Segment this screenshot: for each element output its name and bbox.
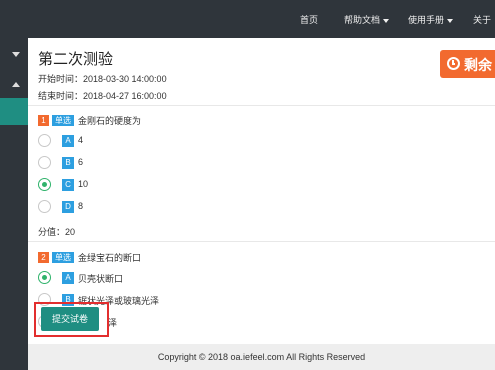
question-header: 2 单选 金绿宝石的断口	[38, 251, 141, 264]
divider	[28, 105, 495, 106]
question-number: 1	[38, 115, 49, 126]
option-letter: A	[62, 135, 74, 147]
radio-button[interactable]	[38, 200, 51, 213]
option-text: 10	[78, 179, 89, 189]
nav-about-link[interactable]: 关于	[473, 13, 491, 26]
option-letter: C	[62, 179, 74, 191]
question-type-badge: 单选	[52, 252, 74, 263]
end-time: 结束时间：2018-04-27 16:00:00	[38, 91, 167, 101]
radio-button[interactable]	[38, 156, 51, 169]
caret-down-icon[interactable]	[12, 52, 20, 57]
footer: Copyright © 2018 oa.iefeel.com All Right…	[28, 344, 495, 370]
sidebar	[0, 38, 28, 370]
option-letter: B	[62, 157, 74, 169]
option-letter: D	[62, 201, 74, 213]
clock-icon	[447, 57, 460, 70]
option-text: 6	[78, 157, 84, 167]
option-text: 贝壳状断口	[78, 274, 124, 284]
question-number: 2	[38, 252, 49, 263]
radio-button-checked[interactable]	[38, 271, 51, 284]
top-navbar: 首页 帮助文档 使用手册 关于	[0, 0, 495, 38]
nav-help-docs-menu[interactable]: 帮助文档	[344, 13, 390, 26]
option-text: 泽	[108, 318, 118, 328]
option-text: 4	[78, 135, 84, 145]
question-text: 金刚石的硬度为	[78, 116, 142, 126]
question-header: 1 单选 金刚石的硬度为	[38, 114, 141, 127]
question-text: 金绿宝石的断口	[78, 253, 142, 263]
question-type-badge: 单选	[52, 115, 74, 126]
chevron-down-icon	[383, 18, 390, 23]
radio-button[interactable]	[38, 134, 51, 147]
option-letter: A	[62, 272, 74, 284]
divider	[28, 241, 495, 242]
question-score: 分值：20	[38, 227, 76, 237]
nav-user-manual-label: 使用手册	[408, 15, 445, 25]
page-title: 第二次测验	[38, 51, 114, 68]
option-text: 8	[78, 201, 84, 211]
nav-home-link[interactable]: 首页	[300, 13, 318, 26]
remaining-time-badge: 剩余	[440, 50, 495, 78]
nav-user-manual-menu[interactable]: 使用手册	[408, 13, 454, 26]
remaining-label: 剩余	[464, 57, 492, 73]
nav-help-docs-label: 帮助文档	[344, 15, 381, 25]
sidebar-active-item[interactable]	[0, 98, 28, 125]
caret-up-icon[interactable]	[12, 82, 20, 87]
start-time: 开始时间：2018-03-30 14:00:00	[38, 74, 167, 84]
exam-panel: 第二次测验 开始时间：2018-03-30 14:00:00 结束时间：2018…	[28, 38, 495, 344]
highlight-box	[34, 302, 109, 337]
radio-button-checked[interactable]	[38, 178, 51, 191]
chevron-down-icon	[447, 18, 454, 23]
